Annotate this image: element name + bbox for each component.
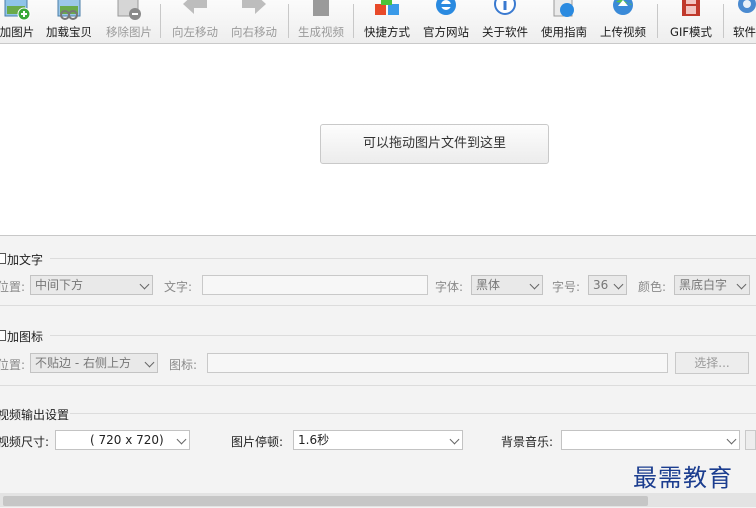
software-settings-label: 软件 [733, 25, 756, 39]
toolbar-separator [160, 4, 161, 38]
video-size-select[interactable]: ( 720 x 720) [55, 430, 190, 450]
image-pause-value: 1.6秒 [298, 433, 330, 447]
font-select[interactable]: 黑体 [471, 275, 543, 295]
load-items-icon [57, 0, 81, 20]
toolbar-separator [657, 4, 658, 38]
chevron-down-icon [726, 434, 737, 445]
choose-icon-button[interactable]: 选择... [675, 352, 749, 374]
background-music-select[interactable] [561, 430, 740, 450]
toolbar-separator [353, 4, 354, 38]
software-settings-button[interactable]: 软件 [729, 0, 756, 43]
generate-video-button[interactable]: 生成视频 [294, 0, 348, 43]
text-content-input[interactable] [202, 275, 428, 295]
add-text-title: 加文字 [7, 253, 44, 267]
toolbar-separator [723, 4, 724, 38]
icon-position-value: 不贴边 - 右侧上方 [35, 356, 131, 370]
gear-icon [738, 0, 756, 13]
upload-globe-icon [613, 0, 633, 15]
move-left-button[interactable]: 向左移动 [168, 0, 222, 43]
icon-position-select[interactable]: 不贴边 - 右侧上方 [30, 353, 158, 373]
chevron-down-icon [144, 357, 155, 368]
load-items-label: 加载宝贝 [46, 25, 92, 39]
chevron-down-icon [139, 279, 150, 290]
add-image-button[interactable]: 加图片 [0, 0, 38, 43]
chevron-down-icon [176, 434, 187, 445]
font-label: 字体: [435, 280, 464, 294]
scrollbar-thumb[interactable] [3, 496, 648, 506]
chevron-down-icon [529, 279, 540, 290]
chevron-down-icon [736, 279, 747, 290]
add-icon-title: 加图标 [7, 330, 44, 344]
move-right-button[interactable]: 向右移动 [227, 0, 281, 43]
cubes-icon [375, 0, 399, 15]
text-position-select[interactable]: 中间下方 [30, 275, 153, 295]
font-value: 黑体 [476, 278, 501, 292]
section-divider [50, 258, 756, 259]
section-divider [0, 385, 756, 386]
color-select[interactable]: 黑底白字 [674, 275, 750, 295]
guide-icon [553, 0, 574, 17]
add-image-label: 加图片 [0, 25, 35, 39]
text-content-label: 文字: [164, 280, 193, 294]
color-label: 颜色: [638, 280, 667, 294]
gif-mode-button[interactable]: GIF模式 [664, 0, 718, 43]
chevron-down-icon [449, 434, 460, 445]
font-size-label: 字号: [552, 280, 581, 294]
section-divider [70, 413, 756, 414]
icon-file-label: 图标: [169, 358, 198, 372]
user-guide-button[interactable]: 使用指南 [537, 0, 591, 43]
official-site-button[interactable]: 官方网站 [419, 0, 473, 43]
shortcut-label: 快捷方式 [364, 25, 410, 39]
font-size-value: 36 [593, 278, 609, 292]
arrow-left-icon [183, 0, 207, 14]
background-music-label: 背景音乐: [501, 435, 554, 449]
about-button[interactable]: 关于软件 [478, 0, 532, 43]
official-site-label: 官方网站 [423, 25, 469, 39]
color-value: 黑底白字 [679, 278, 728, 292]
chevron-down-icon [613, 279, 624, 290]
generate-video-label: 生成视频 [298, 25, 344, 39]
remove-image-button[interactable]: 移除图片 [102, 0, 156, 43]
shortcut-button[interactable]: 快捷方式 [360, 0, 414, 43]
load-items-button[interactable]: 加载宝贝 [42, 0, 96, 43]
icon-position-label: 位置: [0, 358, 26, 372]
horizontal-scrollbar[interactable] [0, 493, 756, 507]
image-pause-label: 图片停顿: [231, 435, 284, 449]
add-image-icon [4, 0, 31, 21]
font-size-select[interactable]: 36 [588, 275, 627, 295]
remove-image-label: 移除图片 [106, 25, 152, 39]
user-guide-label: 使用指南 [541, 25, 587, 39]
toolbar-separator [288, 4, 289, 38]
text-position-label: 位置: [0, 280, 26, 294]
info-icon [494, 0, 516, 15]
section-divider [50, 335, 756, 336]
section-divider [0, 305, 756, 306]
text-position-value: 中间下方 [35, 278, 84, 292]
video-size-label: 视频尺寸: [0, 435, 50, 449]
arrow-right-icon [242, 0, 266, 14]
icon-file-input[interactable] [207, 353, 668, 373]
output-settings-title: 视频输出设置 [0, 408, 70, 422]
image-pause-select[interactable]: 1.6秒 [293, 430, 463, 450]
drop-files-button[interactable]: 可以拖动图片文件到这里 [320, 124, 549, 164]
toolbar: 加图片 加载宝贝 移除图片 向左移动 向右移动 生成视频 快捷方式 官方网站 关… [0, 0, 756, 44]
upload-video-button[interactable]: 上传视频 [596, 0, 650, 43]
clapperboard-icon [313, 0, 329, 16]
music-browse-button[interactable] [745, 430, 756, 450]
add-text-checkbox[interactable] [0, 253, 6, 264]
gif-mode-label: GIF模式 [670, 25, 712, 39]
ie-browser-icon [436, 0, 456, 15]
video-size-value: ( 720 x 720) [90, 433, 164, 447]
upload-video-label: 上传视频 [600, 25, 646, 39]
film-strip-icon [682, 0, 700, 16]
move-right-label: 向右移动 [231, 25, 277, 39]
move-left-label: 向左移动 [172, 25, 218, 39]
about-label: 关于软件 [482, 25, 528, 39]
remove-image-icon [117, 0, 141, 20]
watermark: 最需教育 [633, 464, 733, 492]
add-icon-checkbox[interactable] [0, 330, 6, 341]
